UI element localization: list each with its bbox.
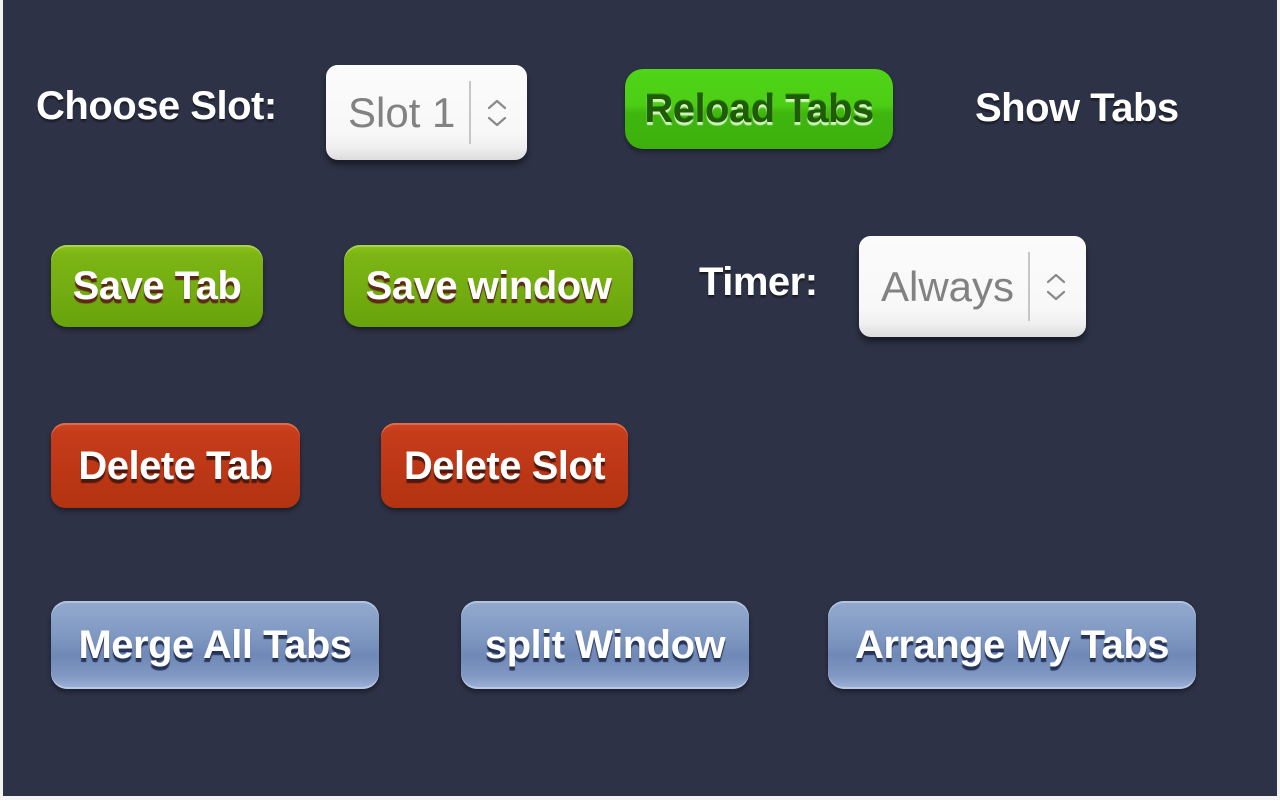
save-window-button[interactable]: Save window <box>344 245 633 327</box>
save-tab-button[interactable]: Save Tab <box>51 245 263 327</box>
timer-select-arrows[interactable] <box>1030 272 1086 302</box>
delete-slot-button[interactable]: Delete Slot <box>381 423 628 508</box>
delete-tab-button[interactable]: Delete Tab <box>51 423 300 508</box>
timer-select[interactable]: Always <box>859 236 1087 337</box>
popup-window: Choose Slot: Slot 1 Reload Tabs Show Tab… <box>0 0 1280 800</box>
slot-select-arrows[interactable] <box>471 98 527 128</box>
chevron-down-icon <box>487 116 507 128</box>
show-tabs-button[interactable]: Show Tabs <box>975 88 1179 128</box>
chevron-up-icon <box>1046 272 1066 284</box>
timer-select-value: Always <box>881 262 1015 310</box>
split-window-button[interactable]: split Window <box>461 601 749 689</box>
merge-all-tabs-button[interactable]: Merge All Tabs <box>51 601 379 689</box>
choose-slot-label: Choose Slot: <box>36 84 277 128</box>
reload-tabs-button[interactable]: Reload Tabs <box>625 69 893 149</box>
slot-select[interactable]: Slot 1 <box>326 65 528 160</box>
chevron-up-icon <box>487 98 507 110</box>
slot-select-value: Slot 1 <box>348 88 456 136</box>
timer-label: Timer: <box>699 260 818 304</box>
arrange-my-tabs-button[interactable]: Arrange My Tabs <box>828 601 1196 689</box>
chevron-down-icon <box>1046 290 1066 302</box>
